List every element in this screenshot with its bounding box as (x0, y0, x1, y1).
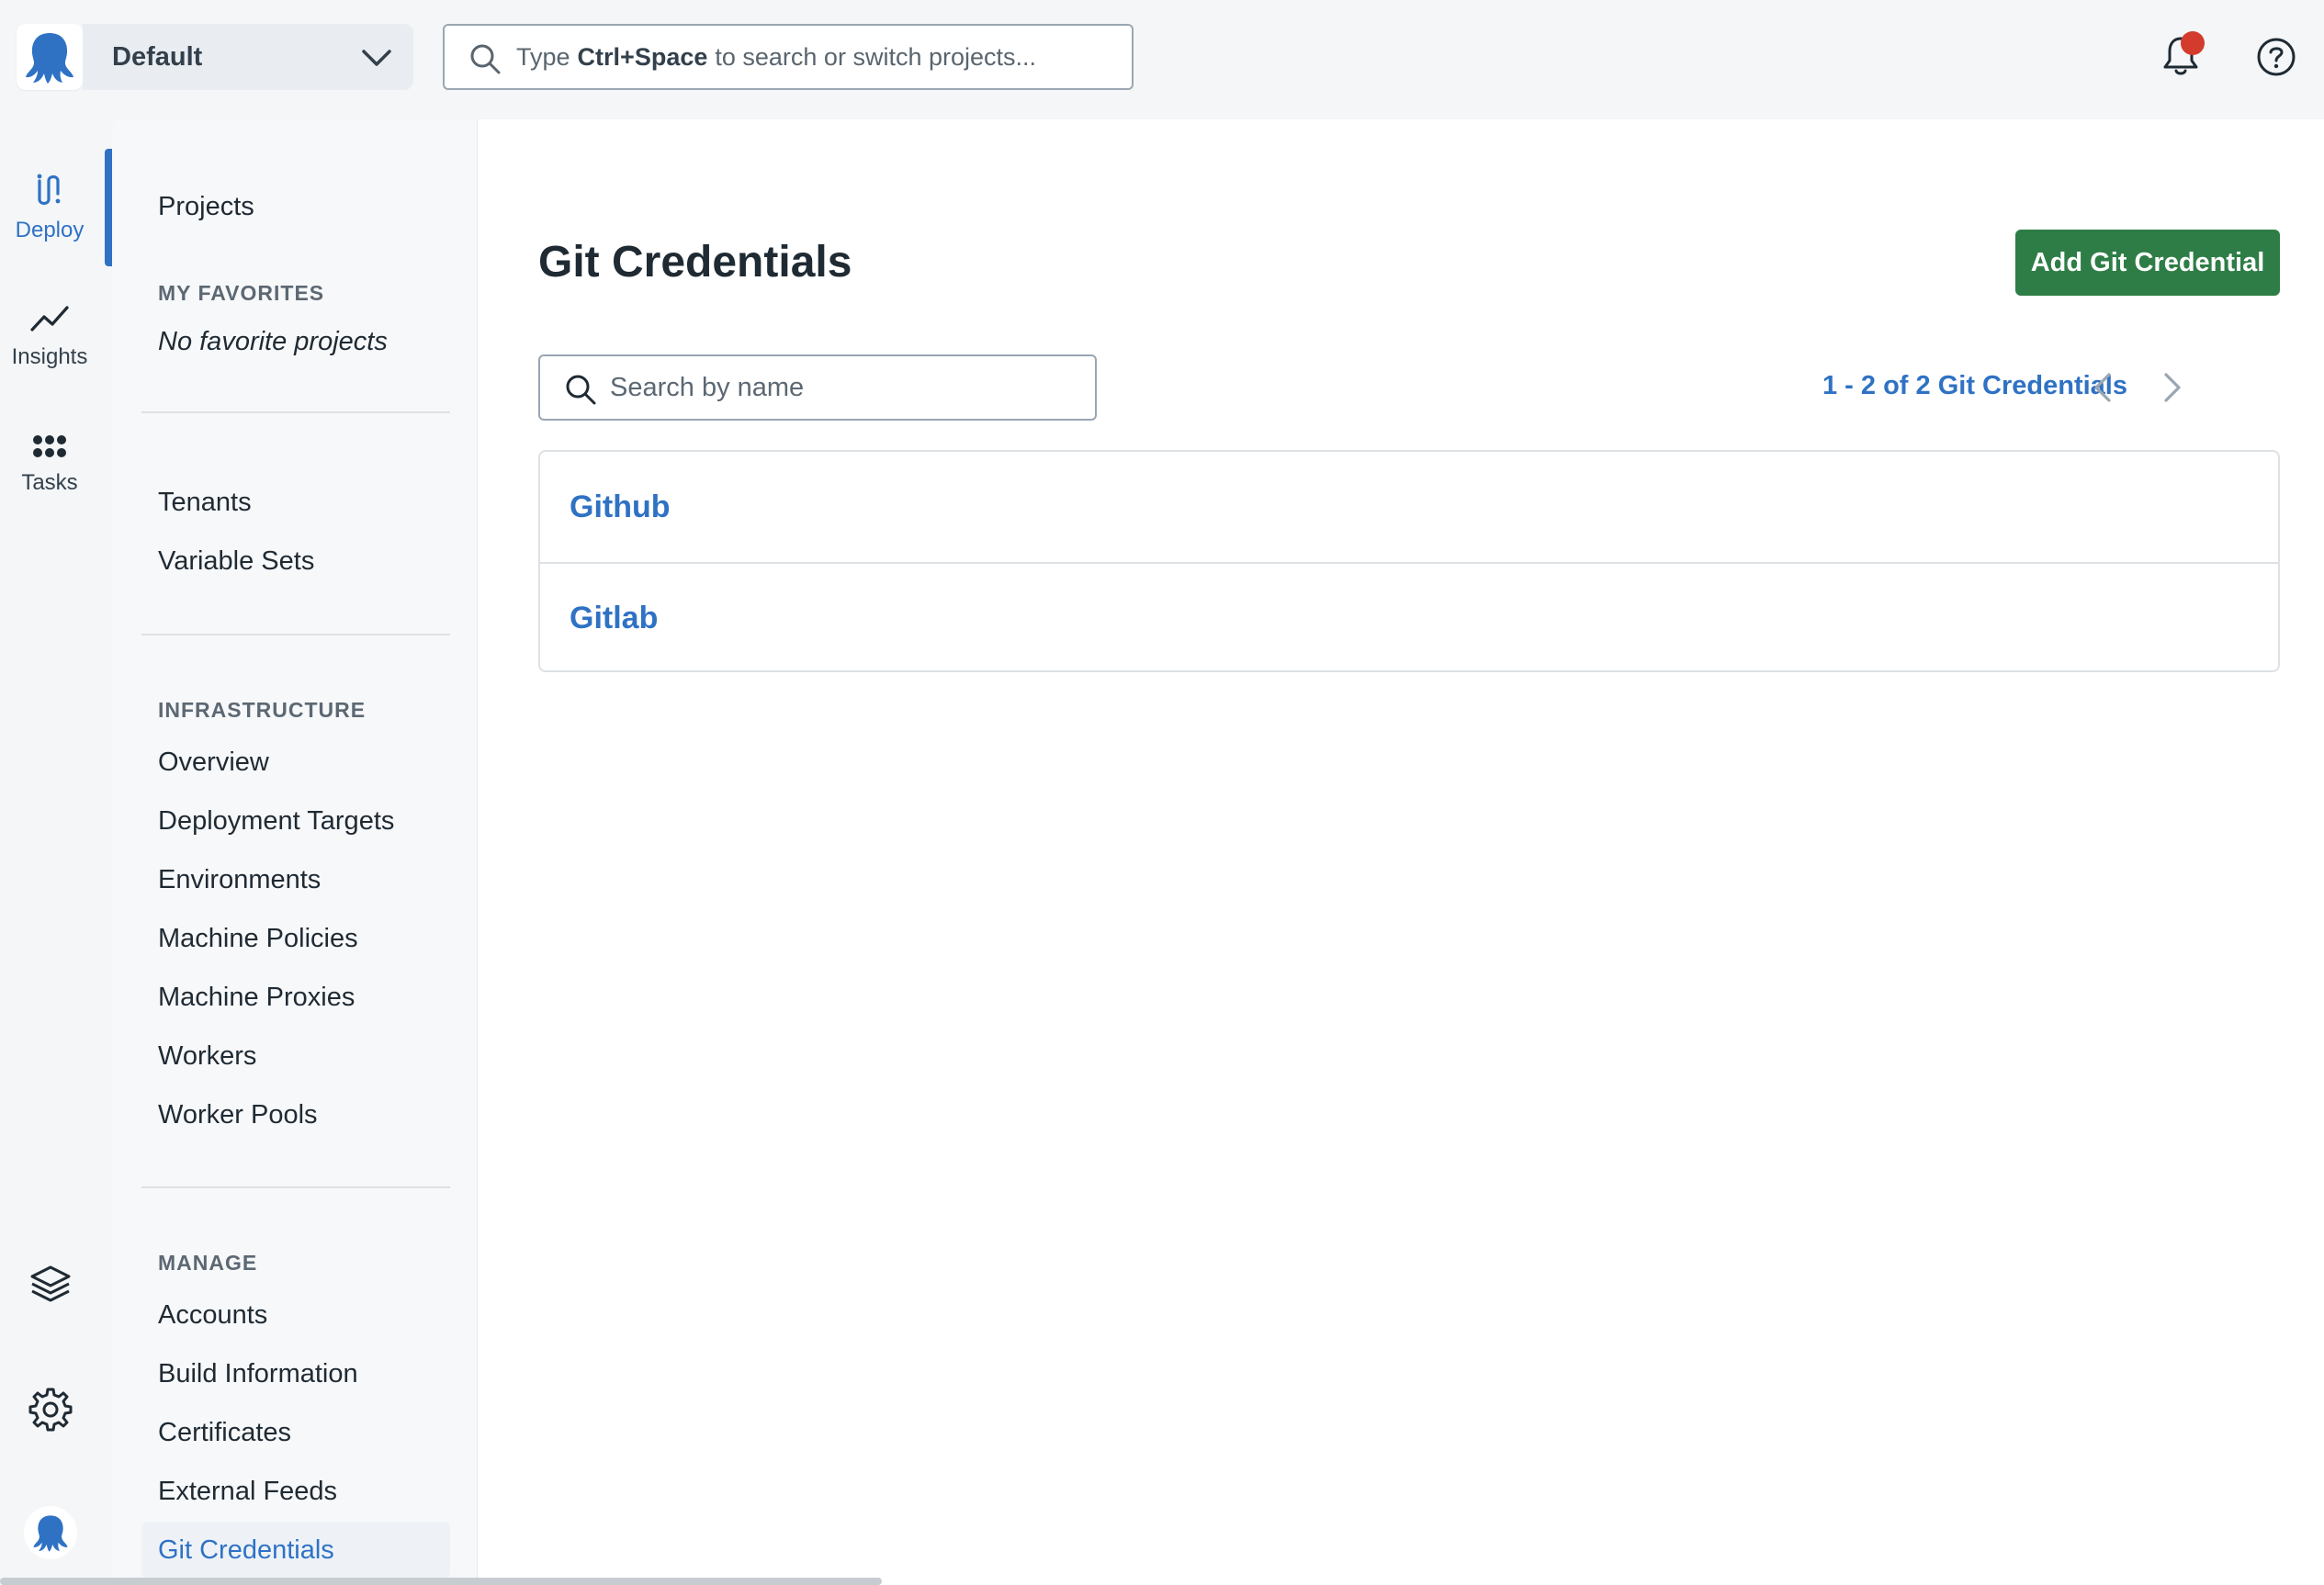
previous-page-button[interactable] (2085, 369, 2122, 406)
credential-link-github[interactable]: Github (570, 489, 671, 525)
sidebar-item-workers[interactable]: Workers (141, 1029, 450, 1083)
top-bar: Default Type Ctrl+Space to search or swi… (0, 0, 2324, 118)
layers-icon[interactable] (28, 1262, 73, 1308)
sidebar-item-accounts[interactable]: Accounts (141, 1288, 450, 1342)
rail-label: Deploy (15, 218, 85, 242)
list-item[interactable]: Github (540, 452, 2278, 562)
sidebar-heading-favorites: MY FAVORITES (158, 281, 325, 305)
sidebar-item-deployment-targets[interactable]: Deployment Targets (141, 794, 450, 848)
left-rail: Deploy Insights Tasks (0, 118, 110, 1585)
page-title: Git Credentials (538, 238, 852, 287)
sidebar-heading-infrastructure: INFRASTRUCTURE (158, 698, 367, 722)
credential-link-gitlab[interactable]: Gitlab (570, 601, 658, 636)
deploy-icon (37, 174, 61, 206)
user-avatar[interactable] (24, 1506, 77, 1559)
horizontal-scrollbar[interactable] (0, 1578, 882, 1585)
search-hint-suffix: to search or switch projects... (715, 42, 1037, 71)
sidebar-item-projects[interactable]: Projects (141, 180, 450, 233)
sidebar-item-external-feeds[interactable]: External Feeds (141, 1465, 450, 1518)
octopus-logo-icon (26, 33, 73, 84)
notifications-button[interactable] (2160, 31, 2205, 77)
pagination-summary: 1 - 2 of 2 Git Credentials (1822, 371, 2127, 400)
sidebar-heading-manage: MANAGE (158, 1251, 258, 1275)
notification-badge (2181, 31, 2205, 55)
rail-item-deploy[interactable]: Deploy (0, 149, 99, 266)
gear-icon[interactable] (28, 1387, 73, 1433)
insights-icon (30, 306, 69, 332)
sidebar-item-build-information[interactable]: Build Information (141, 1347, 450, 1400)
next-page-button[interactable] (2153, 369, 2190, 406)
sidebar-item-machine-proxies[interactable]: Machine Proxies (141, 971, 450, 1024)
sidebar-item-overview[interactable]: Overview (141, 736, 450, 789)
filter-by-name-input[interactable] (610, 356, 1078, 419)
search-hint-shortcut: Ctrl+Space (577, 42, 708, 71)
help-button[interactable] (2256, 37, 2296, 77)
rail-label: Tasks (21, 470, 78, 495)
filter-box (538, 354, 1097, 421)
sidebar-item-git-credentials[interactable]: Git Credentials (141, 1522, 450, 1579)
main-content: Git Credentials Add Git Credential 1 - 2… (478, 119, 2324, 1585)
sidebar-item-variable-sets[interactable]: Variable Sets (141, 534, 450, 588)
space-switcher[interactable]: Default (83, 24, 413, 90)
list-item[interactable]: Gitlab (540, 562, 2278, 672)
octopus-avatar-icon (33, 1515, 68, 1552)
rail-item-tasks[interactable]: Tasks (0, 406, 99, 523)
rail-item-insights[interactable]: Insights (0, 277, 99, 395)
octopus-logo[interactable] (17, 24, 83, 90)
tasks-icon (33, 435, 66, 457)
help-icon (2257, 38, 2296, 76)
sidebar-item-tenants[interactable]: Tenants (141, 476, 450, 529)
sidebar-item-certificates[interactable]: Certificates (141, 1406, 450, 1459)
space-name: Default (112, 41, 203, 72)
sidebar-item-environments[interactable]: Environments (141, 853, 450, 906)
chevron-down-icon (362, 50, 391, 66)
search-icon (470, 44, 501, 74)
rail-label: Insights (11, 344, 88, 369)
search-hint-prefix: Type (516, 42, 570, 71)
sidebar-divider (141, 411, 450, 413)
rail-active-indicator (105, 149, 112, 266)
add-git-credential-button[interactable]: Add Git Credential (2015, 230, 2280, 296)
deploy-sidebar: Projects MY FAVORITES No favorite projec… (112, 119, 478, 1585)
search-icon (566, 375, 596, 405)
sidebar-divider (141, 1186, 450, 1188)
sidebar-item-machine-policies[interactable]: Machine Policies (141, 912, 450, 965)
sidebar-item-worker-pools[interactable]: Worker Pools (141, 1088, 450, 1141)
global-search-input[interactable]: Type Ctrl+Space to search or switch proj… (443, 24, 1134, 90)
favorites-empty-text: No favorite projects (158, 327, 388, 356)
git-credentials-list: Github Gitlab (538, 450, 2280, 672)
sidebar-divider (141, 634, 450, 635)
